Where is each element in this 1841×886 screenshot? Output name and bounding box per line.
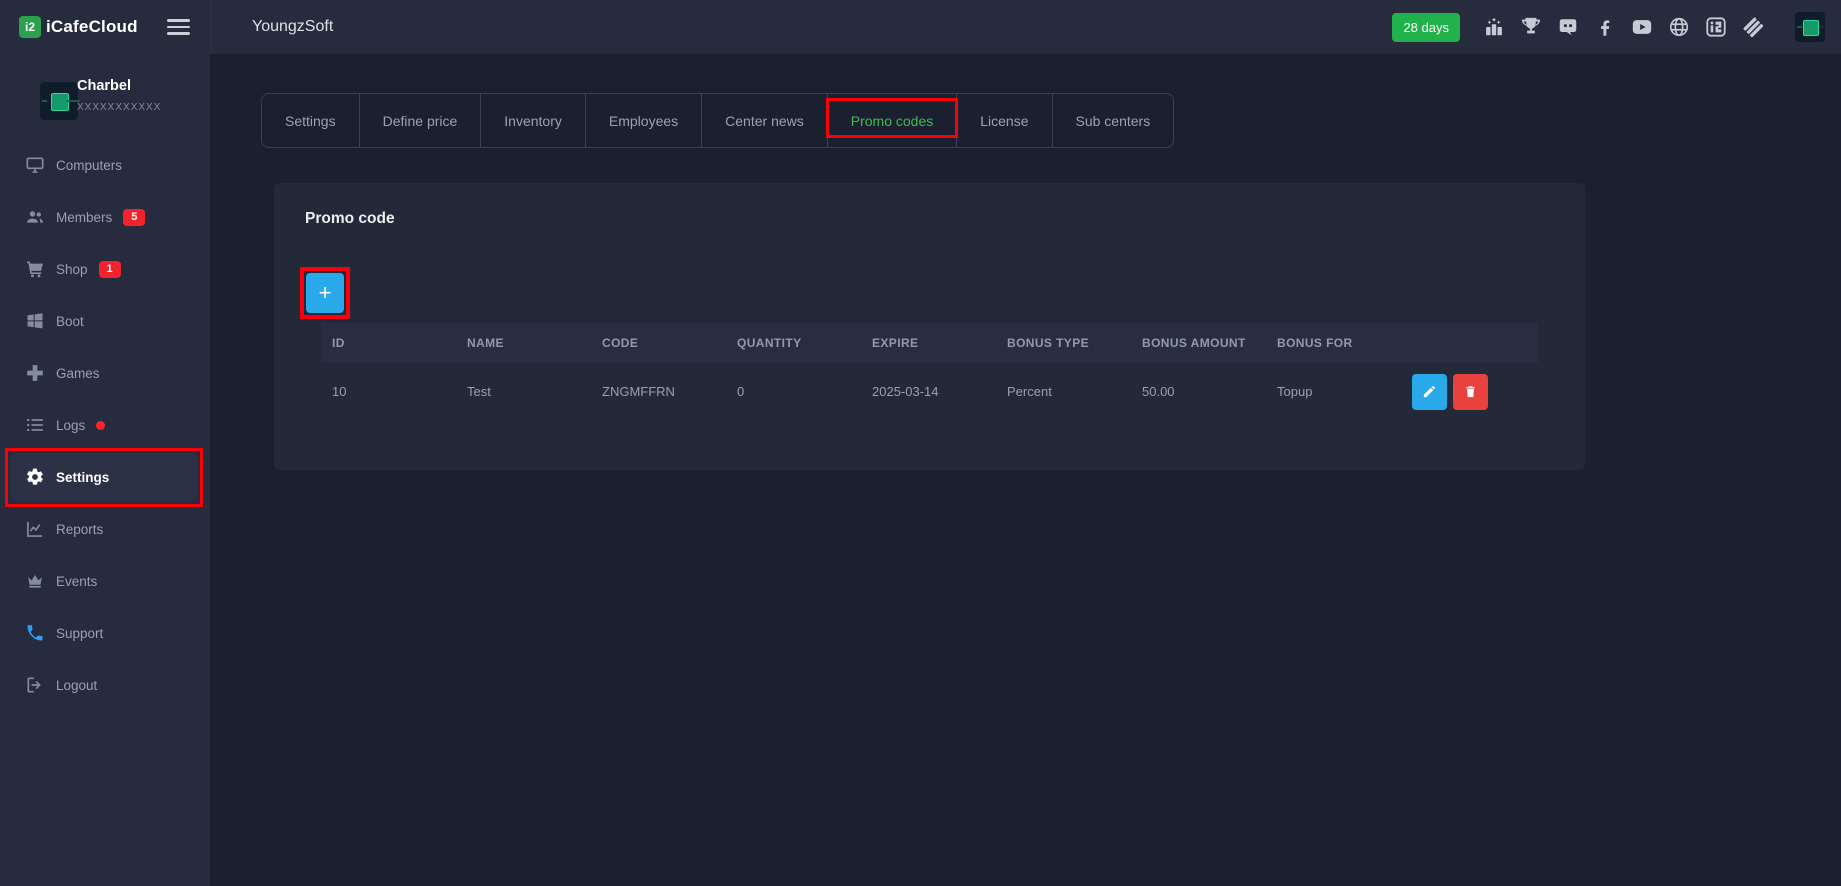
sidebar-user-name: Charbel: [77, 78, 131, 94]
license-days-badge[interactable]: 28 days: [1392, 13, 1460, 42]
tab-center-news[interactable]: Center news: [702, 94, 828, 147]
computers-icon: [25, 155, 45, 175]
tab-sub-centers[interactable]: Sub centers: [1053, 94, 1174, 147]
add-promo-annotation: +: [306, 273, 344, 313]
facebook-icon[interactable]: [1594, 16, 1616, 38]
column-header-actions: [1412, 323, 1538, 363]
sidebar-item-shop[interactable]: Shop 1: [0, 243, 210, 295]
logs-icon: [25, 415, 45, 435]
brand-zone: i2 iCafeCloud: [0, 0, 211, 54]
globe-icon[interactable]: [1668, 16, 1690, 38]
layers-icon[interactable]: [1742, 16, 1764, 38]
column-header: BONUS AMOUNT: [1142, 323, 1277, 363]
card-title: Promo code: [305, 210, 395, 228]
settings-tabs: SettingsDefine priceInventoryEmployeesCe…: [261, 93, 1174, 148]
topbar: i2 iCafeCloud YoungzSoft 28 days: [0, 0, 1841, 54]
trophy-icon[interactable]: [1520, 16, 1542, 38]
tab-license[interactable]: License: [957, 94, 1052, 147]
sidebar-item-events[interactable]: Events: [0, 555, 210, 607]
cell-expire: 2025-03-14: [872, 363, 1007, 420]
topbar-actions: 28 days: [1392, 12, 1841, 42]
table-header-row: IDNAMECODEQUANTITYEXPIREBONUS TYPEBONUS …: [321, 323, 1538, 363]
column-header: BONUS FOR: [1277, 323, 1412, 363]
settings-icon: [25, 467, 45, 487]
sidebar-item-members[interactable]: Members 5: [0, 191, 210, 243]
edit-row-button[interactable]: [1412, 374, 1447, 410]
sidebar-user-avatar[interactable]: [40, 82, 78, 120]
table-body: 10TestZNGMFFRN02025-03-14Percent50.00Top…: [321, 363, 1538, 420]
sidebar-item-support[interactable]: Support: [0, 607, 210, 659]
boot-icon: [25, 311, 45, 331]
column-header: QUANTITY: [737, 323, 872, 363]
tab-inventory[interactable]: Inventory: [481, 94, 586, 147]
tab-define-price[interactable]: Define price: [360, 94, 482, 147]
column-header: CODE: [602, 323, 737, 363]
sidebar-user-masked-id: XXXXXXXXXXX: [77, 102, 161, 113]
sidebar-item-boot[interactable]: Boot: [0, 295, 210, 347]
ranking-icon[interactable]: [1483, 16, 1505, 38]
sidebar-item-label: Computers: [56, 158, 122, 173]
cell-bonus_type: Percent: [1007, 363, 1142, 420]
sidebar-item-logout[interactable]: Logout: [0, 659, 210, 711]
games-icon: [25, 363, 45, 383]
shop-icon: [25, 259, 45, 279]
members-icon: [25, 207, 45, 227]
discord-icon[interactable]: [1557, 16, 1579, 38]
logout-icon: [25, 675, 45, 695]
cell-name: Test: [467, 363, 602, 420]
main-content: SettingsDefine priceInventoryEmployeesCe…: [210, 54, 1841, 886]
sidebar-nav: Computers Members 5 Shop 1 Boot Games Logs Setti…: [0, 139, 210, 711]
hamburger-menu-icon[interactable]: [167, 19, 190, 35]
reports-icon: [25, 519, 45, 539]
sidebar-item-label: Members: [56, 210, 112, 225]
icafecloud-logo-icon: i2: [19, 16, 41, 38]
column-header: ID: [321, 323, 467, 363]
events-icon: [25, 571, 45, 591]
sidebar-user-block: Charbel XXXXXXXXXXX: [0, 54, 210, 139]
sidebar-item-games[interactable]: Games: [0, 347, 210, 399]
sidebar-item-computers[interactable]: Computers: [0, 139, 210, 191]
support-icon: [25, 623, 45, 643]
sidebar-item-label: Boot: [56, 314, 84, 329]
cell-code: ZNGMFFRN: [602, 363, 737, 420]
add-promo-button[interactable]: +: [306, 273, 344, 313]
cell-quantity: 0: [737, 363, 872, 420]
cell-actions: [1412, 363, 1538, 420]
sidebar-item-label: Reports: [56, 522, 103, 537]
user-avatar[interactable]: [1795, 12, 1825, 42]
cell-id: 10: [321, 363, 467, 420]
sidebar-item-label: Shop: [56, 262, 88, 277]
sidebar-item-reports[interactable]: Reports: [0, 503, 210, 555]
tab-settings[interactable]: Settings: [262, 94, 360, 147]
sidebar-item-logs[interactable]: Logs: [0, 399, 210, 451]
sidebar: Charbel XXXXXXXXXXX Computers Members 5 Sho…: [0, 54, 210, 886]
page-title: YoungzSoft: [252, 18, 1392, 36]
column-header: EXPIRE: [872, 323, 1007, 363]
promo-codes-table: IDNAMECODEQUANTITYEXPIREBONUS TYPEBONUS …: [321, 323, 1538, 420]
sidebar-item-label: Settings: [56, 470, 109, 485]
sidebar-item-label: Support: [56, 626, 103, 641]
tab-promo-codes[interactable]: Promo codes: [828, 94, 957, 147]
column-header: NAME: [467, 323, 602, 363]
promo-code-card: Promo code + IDNAMECODEQUANTITYEXPIREBON…: [274, 183, 1585, 470]
table-row: 10TestZNGMFFRN02025-03-14Percent50.00Top…: [321, 363, 1538, 420]
tab-employees[interactable]: Employees: [586, 94, 702, 147]
icafecloud-icon[interactable]: [1705, 16, 1727, 38]
sidebar-item-label: Events: [56, 574, 97, 589]
sidebar-item-label: Games: [56, 366, 100, 381]
sidebar-item-label: Logout: [56, 678, 97, 693]
youtube-icon[interactable]: [1631, 16, 1653, 38]
sidebar-item-label: Logs: [56, 418, 85, 433]
cell-bonus_amount: 50.00: [1142, 363, 1277, 420]
delete-row-button[interactable]: [1453, 374, 1488, 410]
count-badge: 5: [123, 209, 145, 226]
sidebar-item-settings[interactable]: Settings: [10, 453, 198, 501]
count-badge: 1: [99, 261, 121, 278]
column-header: BONUS TYPE: [1007, 323, 1142, 363]
brand-name: iCafeCloud: [46, 0, 138, 54]
cell-bonus_for: Topup: [1277, 363, 1412, 420]
alert-dot: [96, 421, 105, 430]
